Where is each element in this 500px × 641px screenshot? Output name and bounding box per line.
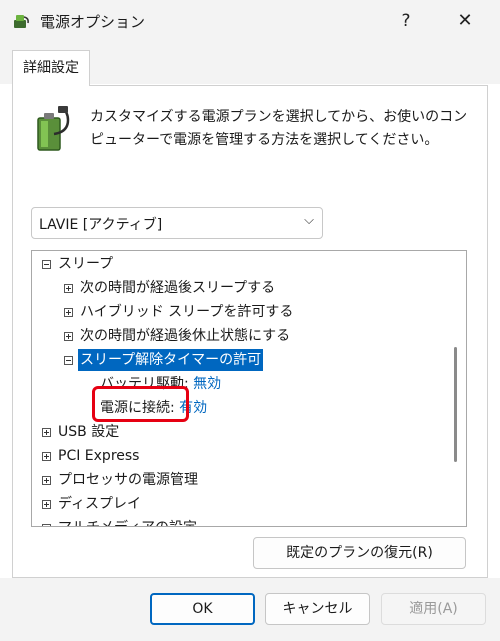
- scrollbar-thumb[interactable]: [454, 347, 457, 462]
- annotation-highlight-box: [92, 386, 189, 422]
- help-button[interactable]: ?: [386, 2, 426, 40]
- close-button[interactable]: ✕: [445, 2, 485, 40]
- on-battery-value[interactable]: 無効: [193, 376, 221, 392]
- description-text: カスタマイズする電源プランを選択してから、お使いのコンピューターで電源を管理する…: [90, 109, 468, 148]
- collapse-icon[interactable]: [64, 356, 73, 365]
- expand-icon[interactable]: [42, 500, 51, 509]
- ok-button[interactable]: OK: [150, 593, 255, 625]
- window-title: 電源オプション: [40, 13, 146, 31]
- power-plan-value: LAVIE [アクティブ]: [39, 217, 163, 233]
- title-bar: 電源オプション ? ✕: [0, 0, 500, 44]
- apply-button: 適用(A): [381, 593, 486, 625]
- battery-icon: [37, 106, 70, 151]
- expand-icon[interactable]: [64, 308, 73, 317]
- collapse-icon[interactable]: [42, 260, 51, 269]
- expand-icon[interactable]: [42, 476, 51, 485]
- expand-icon[interactable]: [42, 524, 51, 526]
- expand-icon[interactable]: [42, 428, 51, 437]
- restore-default-plan-button[interactable]: 既定のプランの復元(R): [253, 537, 466, 569]
- cancel-button[interactable]: キャンセル: [265, 593, 370, 625]
- tab-advanced-settings[interactable]: 詳細設定: [12, 50, 90, 86]
- power-plan-select[interactable]: LAVIE [アクティブ] ⌵: [31, 207, 323, 239]
- chevron-down-icon: ⌵: [304, 213, 314, 228]
- expand-icon[interactable]: [64, 284, 73, 293]
- power-options-icon: [14, 15, 29, 28]
- expand-icon[interactable]: [42, 452, 51, 461]
- expand-icon[interactable]: [64, 332, 73, 341]
